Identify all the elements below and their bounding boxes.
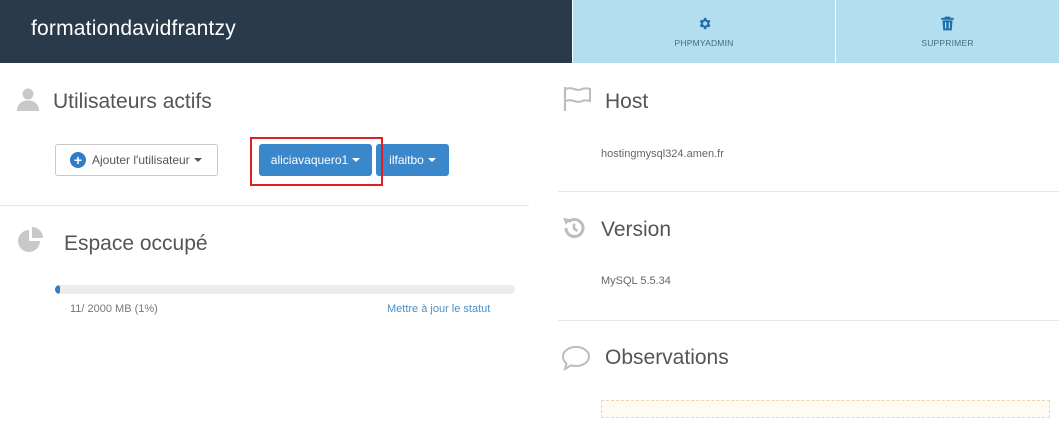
add-user-button[interactable]: + Ajouter l'utilisateur	[55, 144, 218, 176]
history-icon	[563, 218, 585, 238]
user-dropdown-aliciavaquero1[interactable]: aliciavaquero1	[259, 144, 372, 176]
space-progress-bar	[55, 285, 515, 294]
top-header: formationdavidfrantzy PHPMYADMIN SUPPRIM…	[0, 0, 1059, 63]
phpmyadmin-button[interactable]: PHPMYADMIN	[573, 0, 835, 63]
caret-down-icon	[193, 158, 202, 162]
app-brand: formationdavidfrantzy	[0, 0, 572, 63]
divider	[558, 191, 1059, 192]
caret-down-icon	[427, 158, 436, 162]
caret-down-icon	[352, 158, 361, 162]
flag-icon	[563, 87, 591, 111]
divider	[558, 320, 1059, 321]
space-usage-text: 11/ 2000 MB (1%)	[70, 303, 158, 315]
update-status-link[interactable]: Mettre à jour le statut	[387, 303, 490, 315]
host-value: hostingmysql324.amen.fr	[601, 148, 724, 160]
version-value: MySQL 5.5.34	[601, 275, 671, 287]
space-section-title: Espace occupé	[64, 232, 208, 255]
observations-section-title: Observations	[605, 346, 729, 369]
gear-icon	[699, 17, 710, 29]
delete-button[interactable]: SUPPRIMER	[836, 0, 1059, 63]
plus-circle-icon: +	[70, 152, 86, 168]
pie-chart-icon	[18, 227, 43, 252]
phpmyadmin-label: PHPMYADMIN	[674, 37, 734, 48]
space-progress-fill	[55, 285, 60, 294]
observations-field[interactable]	[601, 400, 1050, 418]
users-section-title: Utilisateurs actifs	[53, 90, 212, 113]
divider	[0, 205, 529, 206]
user-dropdown-ilfaitbo[interactable]: ilfaitbo	[376, 144, 449, 176]
comment-icon	[561, 345, 591, 371]
host-section-title: Host	[605, 90, 649, 113]
user-label: ilfaitbo	[389, 153, 424, 167]
trash-icon	[941, 16, 954, 30]
user-label: aliciavaquero1	[270, 153, 349, 167]
delete-label: SUPPRIMER	[921, 37, 974, 48]
add-user-label: Ajouter l'utilisateur	[92, 153, 190, 167]
version-section-title: Version	[601, 218, 672, 241]
user-icon	[17, 88, 39, 111]
